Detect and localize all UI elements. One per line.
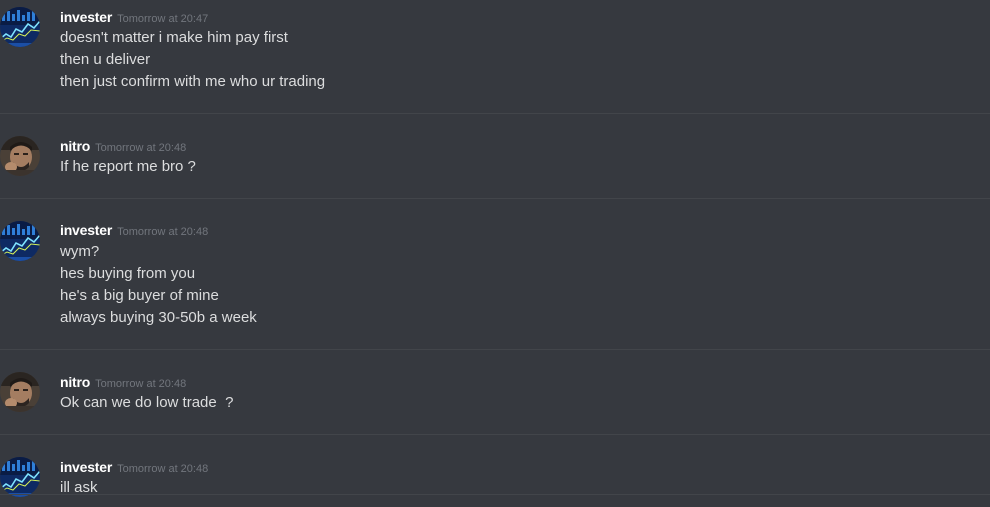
username[interactable]: invester	[60, 459, 112, 475]
timestamp: Tomorrow at 20:48	[95, 378, 187, 390]
message-header: invester Tomorrow at 20:47	[60, 8, 208, 26]
message-header: invester Tomorrow at 20:48	[60, 458, 208, 476]
chat-messages[interactable]: invester Tomorrow at 20:47 doesn't matter…	[0, 0, 990, 507]
stock-chart-avatar-icon	[0, 457, 40, 497]
stock-chart-avatar-icon	[0, 221, 40, 261]
message-divider	[0, 113, 990, 114]
avatar[interactable]	[0, 136, 40, 176]
message-text: then just confirm with me who ur trading	[60, 73, 326, 90]
message-text: wym?	[60, 243, 100, 260]
timestamp: Tomorrow at 20:47	[117, 13, 209, 25]
message-text: ill ask	[60, 479, 98, 496]
timestamp: Tomorrow at 20:48	[117, 226, 209, 238]
person-photo-avatar-icon	[0, 372, 40, 412]
message-divider	[0, 434, 990, 435]
username[interactable]: invester	[60, 9, 112, 25]
message-divider	[0, 349, 990, 350]
message-text: hes buying from you	[60, 265, 196, 282]
username[interactable]: invester	[60, 222, 112, 238]
message-divider	[0, 198, 990, 199]
message-header: nitro Tomorrow at 20:48	[60, 137, 186, 155]
message-text: If he report me bro ?	[60, 158, 196, 175]
person-photo-avatar-icon	[0, 136, 40, 176]
avatar[interactable]	[0, 7, 40, 47]
timestamp: Tomorrow at 20:48	[117, 463, 209, 475]
avatar[interactable]	[0, 221, 40, 261]
username[interactable]: nitro	[60, 138, 90, 154]
stock-chart-avatar-icon	[0, 7, 40, 47]
message-text: then u deliver	[60, 51, 151, 68]
timestamp: Tomorrow at 20:48	[95, 142, 187, 154]
message-text: he's a big buyer of mine	[60, 287, 219, 304]
message-text: always buying 30-50b a week	[60, 309, 257, 326]
message-divider	[0, 494, 990, 495]
username[interactable]: nitro	[60, 374, 90, 390]
avatar[interactable]	[0, 372, 40, 412]
message-text: Ok can we do low trade ?	[60, 394, 234, 411]
avatar[interactable]	[0, 457, 40, 497]
message-header: nitro Tomorrow at 20:48	[60, 373, 186, 391]
message-text: doesn't matter i make him pay first	[60, 29, 288, 46]
message-header: invester Tomorrow at 20:48	[60, 221, 208, 239]
